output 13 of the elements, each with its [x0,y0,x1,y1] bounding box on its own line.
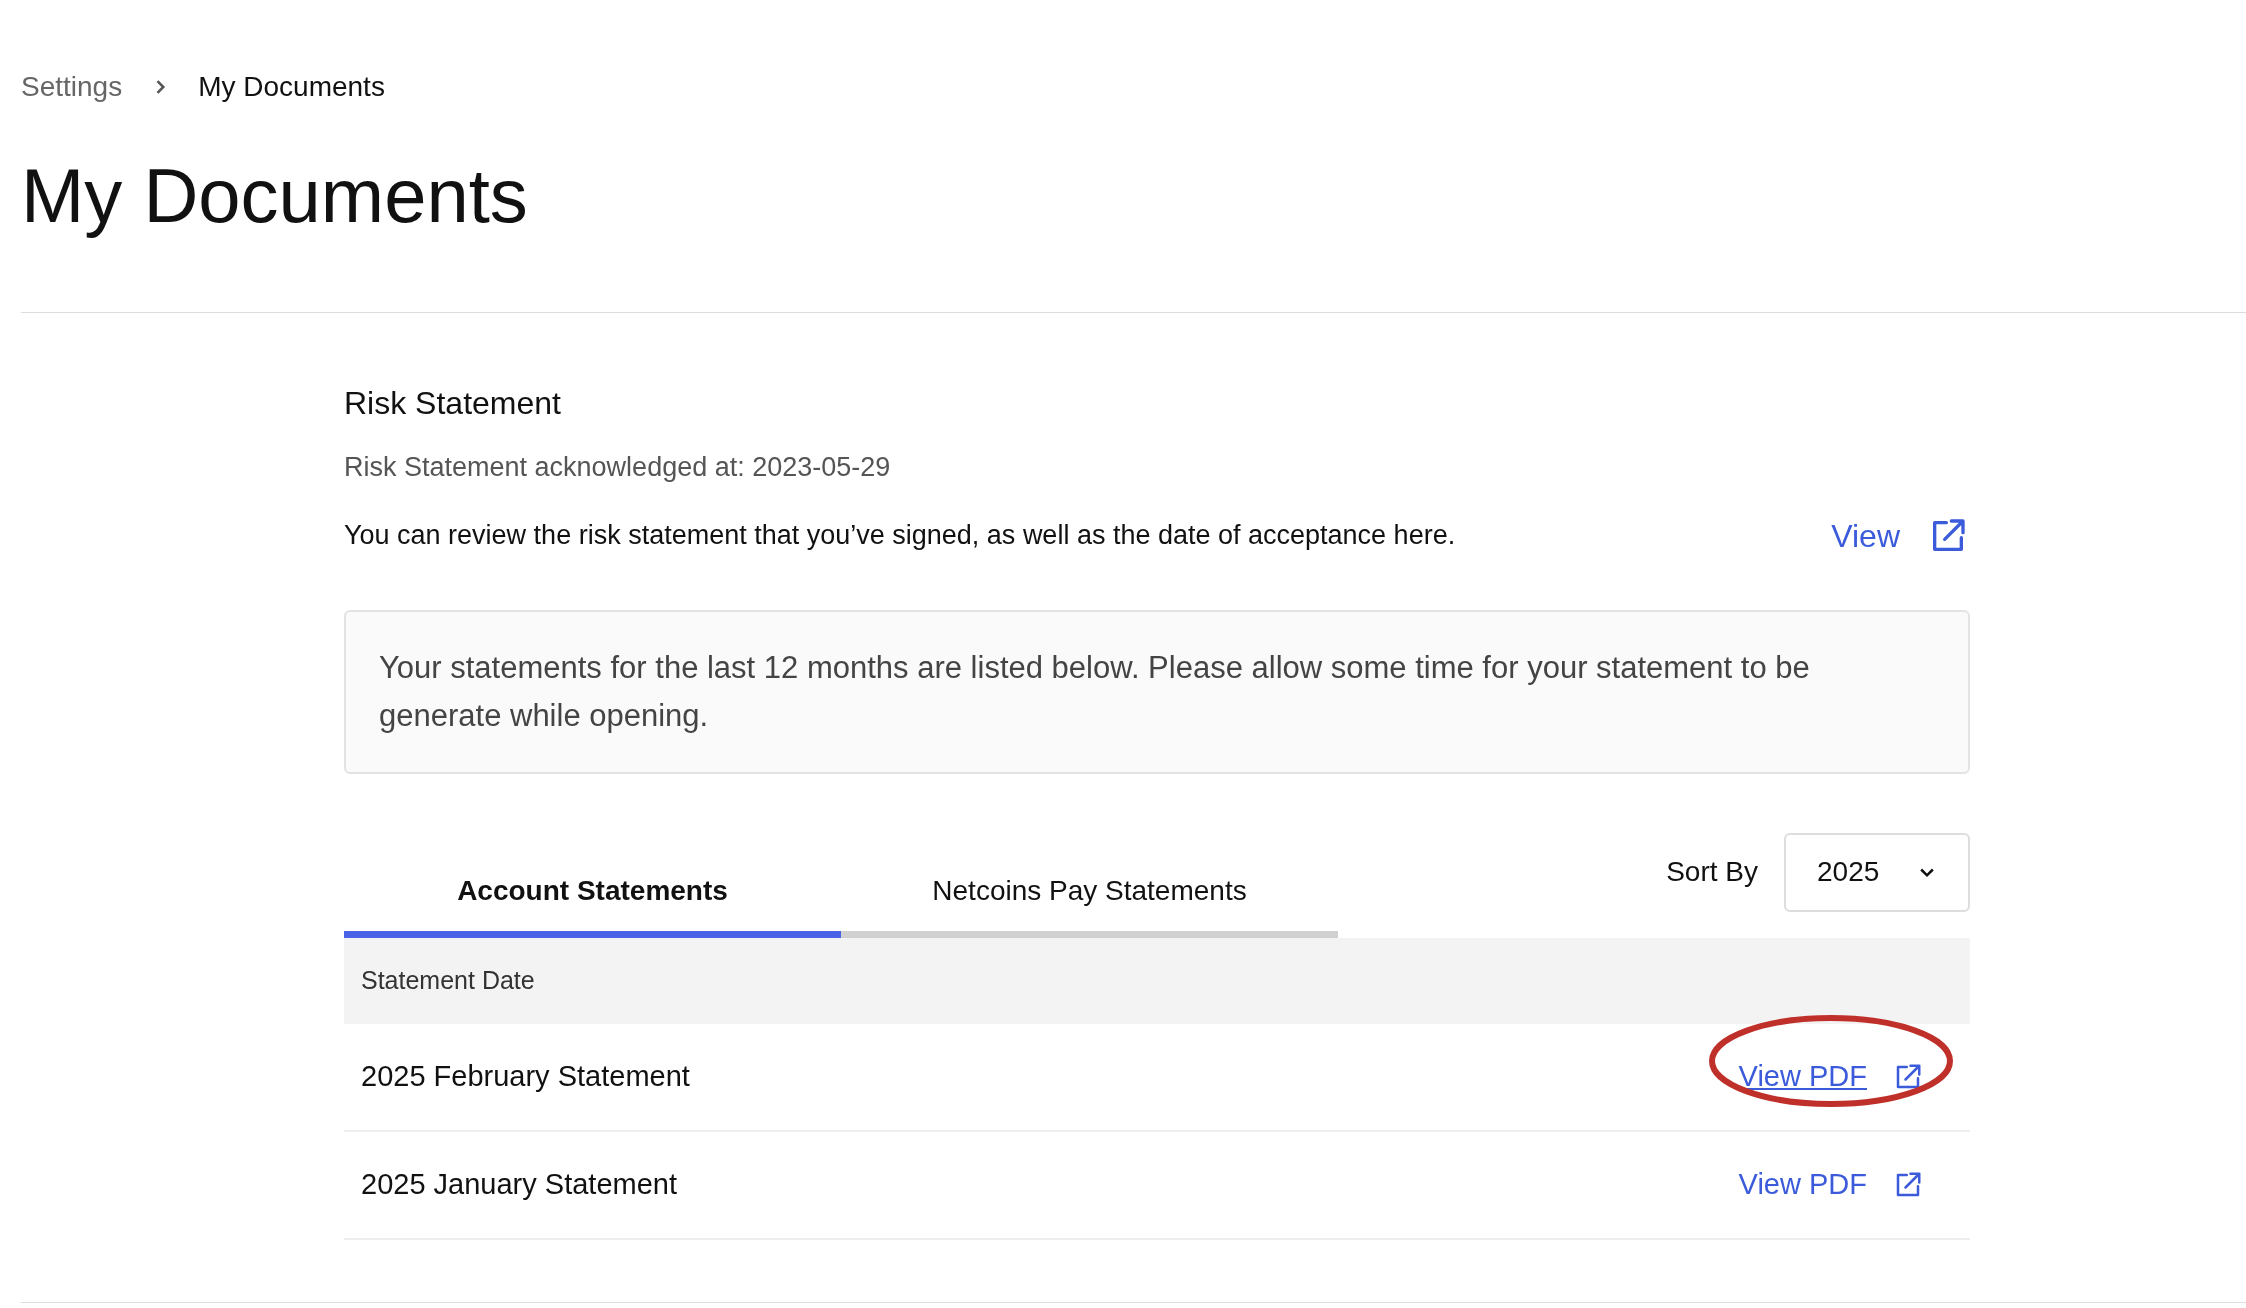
column-header: Statement Date [361,964,535,996]
breadcrumb-item[interactable]: Settings [21,66,123,108]
sort-label: Sort By [1666,855,1758,889]
year-select[interactable]: 2025 [1784,832,1970,912]
view-pdf-link[interactable]: View PDF [1738,1162,1923,1207]
description-text: You can review the risk statement that you’ve signed, as well as the date of acceptance here. [344,519,1456,553]
view-link[interactable]: View [1831,511,1968,560]
acknowledged-text: Risk Statement acknowledged at: 2023-05-29 [344,451,892,484]
statement-name: 2025 January Statement [361,1166,677,1202]
breadcrumb-item: My Documents [198,70,385,104]
section-heading: Risk Statement [344,384,562,423]
notice-panel: Your statements for the last 12 months are listed below. Please allow some time for your statement to be generate while opening. [344,609,1970,774]
statement-name: 2025 February Statement [361,1058,690,1094]
